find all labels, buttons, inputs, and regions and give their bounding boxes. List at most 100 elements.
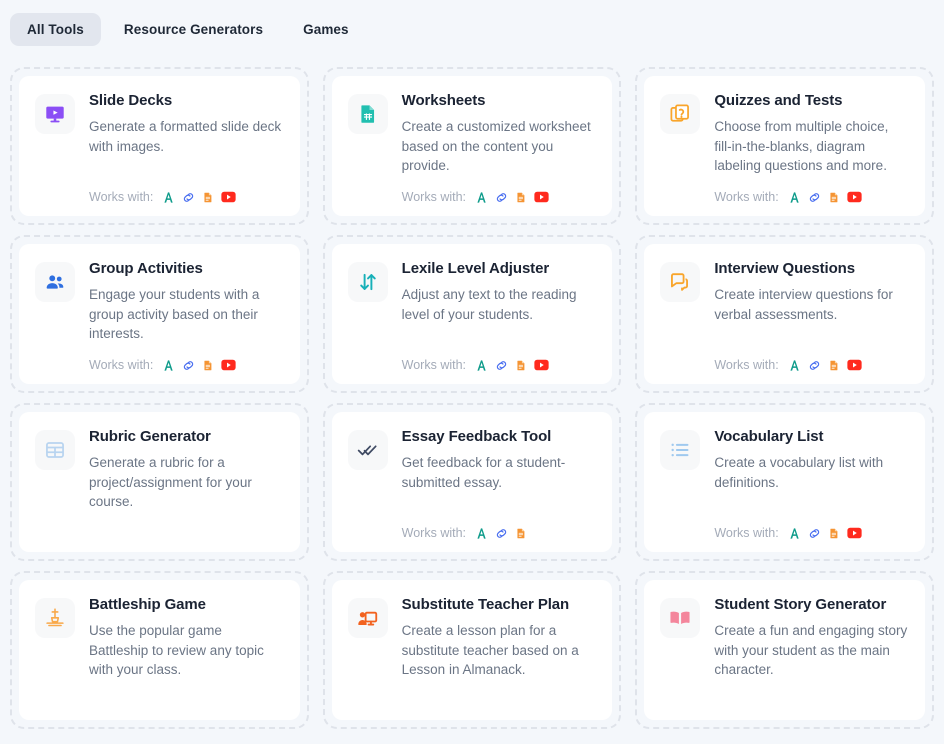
people-group-icon xyxy=(35,262,75,302)
slide-deck-icon xyxy=(35,94,75,134)
tool-title: Battleship Game xyxy=(89,596,206,613)
tab-all-tools[interactable]: All Tools xyxy=(10,12,101,46)
tool-card-body: Battleship Game Use the popular game Batt… xyxy=(89,596,284,708)
tool-description: Engage your students with a group activi… xyxy=(89,287,260,342)
tool-card-slot: Group Activities Engage your students wit… xyxy=(10,235,309,393)
tool-card[interactable]: Rubric Generator Generate a rubric for a … xyxy=(19,412,300,552)
works-with-row: Works with: xyxy=(89,350,284,372)
tool-card-body: Rubric Generator Generate a rubric for a … xyxy=(89,428,284,540)
works-with-label: Works with: xyxy=(89,190,154,204)
tool-card-slot: Rubric Generator Generate a rubric for a … xyxy=(10,403,309,561)
works-with-label: Works with: xyxy=(714,526,779,540)
link-icon xyxy=(808,527,821,540)
works-with-row: Works with: xyxy=(402,182,597,204)
tool-card-slot: Slide Decks Generate a formatted slide de… xyxy=(10,67,309,225)
tool-card-slot: Essay Feedback Tool Get feedback for a st… xyxy=(322,403,622,561)
document-icon xyxy=(515,359,527,372)
chat-bubbles-icon xyxy=(660,262,701,302)
tool-card-slot: Quizzes and Tests Choose from multiple ch… xyxy=(635,67,934,225)
teacher-board-icon xyxy=(347,598,388,638)
tool-card[interactable]: Lexile Level Adjuster Adjust any text to … xyxy=(331,244,613,384)
works-with-row: Works with: xyxy=(402,350,597,372)
tool-card-body: Worksheets Create a customized worksheet … xyxy=(402,92,597,204)
works-with-label: Works with: xyxy=(714,358,779,372)
tool-description: Generate a rubric for a project/assignme… xyxy=(89,455,252,510)
youtube-icon xyxy=(534,359,549,371)
works-with-label: Works with: xyxy=(401,526,467,540)
tool-title: Rubric Generator xyxy=(89,428,211,445)
tools-grid: Slide Decks Generate a formatted slide de… xyxy=(0,58,944,729)
bullet-list-icon xyxy=(660,430,701,470)
document-icon xyxy=(202,191,214,204)
works-with-row: Works with: xyxy=(402,518,597,540)
works-with-row: Works with: xyxy=(714,518,909,540)
tool-card[interactable]: Interview Questions Create interview ques… xyxy=(644,244,925,384)
worksheet-document-icon xyxy=(347,94,388,134)
up-down-arrows-icon xyxy=(347,262,388,302)
tool-card[interactable]: Slide Decks Generate a formatted slide de… xyxy=(19,76,300,216)
tool-card-slot: Student Story Generator Create a fun and … xyxy=(635,571,934,729)
tool-title: Slide Decks xyxy=(89,92,173,109)
tool-card[interactable]: Student Story Generator Create a fun and … xyxy=(644,580,925,720)
tool-card[interactable]: Substitute Teacher Plan Create a lesson p… xyxy=(331,580,613,720)
youtube-icon xyxy=(221,359,236,371)
youtube-icon xyxy=(847,359,862,371)
tool-description: Use the popular game Battleship to revie… xyxy=(89,623,264,678)
tool-card-body: Interview Questions Create interview ques… xyxy=(714,260,909,372)
tool-card-slot: Battleship Game Use the popular game Batt… xyxy=(10,571,309,729)
tool-card-body: Quizzes and Tests Choose from multiple ch… xyxy=(714,92,909,204)
tool-description: Choose from multiple choice, fill-in-the… xyxy=(714,119,889,174)
works-with-label: Works with: xyxy=(401,190,467,204)
tool-title: Group Activities xyxy=(89,260,203,277)
document-icon xyxy=(828,527,840,540)
youtube-icon xyxy=(534,191,549,203)
text-format-a-icon xyxy=(788,359,801,372)
link-icon xyxy=(495,359,508,372)
link-icon xyxy=(182,191,195,204)
tool-title: Lexile Level Adjuster xyxy=(401,260,550,277)
youtube-icon xyxy=(847,527,862,539)
quiz-cards-icon xyxy=(660,94,701,134)
tool-card-slot: Worksheets Create a customized worksheet … xyxy=(322,67,622,225)
tool-title: Quizzes and Tests xyxy=(714,92,843,109)
text-format-a-icon xyxy=(162,191,175,204)
tool-card-slot: Vocabulary List Create a vocabulary list … xyxy=(635,403,934,561)
tool-card[interactable]: Essay Feedback Tool Get feedback for a st… xyxy=(331,412,613,552)
text-format-a-icon xyxy=(162,359,175,372)
document-icon xyxy=(515,527,527,540)
tab-resource-generators[interactable]: Resource Generators xyxy=(107,13,280,46)
tool-title: Essay Feedback Tool xyxy=(401,428,552,445)
tool-card-body: Group Activities Engage your students wit… xyxy=(89,260,284,372)
tool-description: Adjust any text to the reading level of … xyxy=(401,287,577,322)
youtube-icon xyxy=(221,191,236,203)
tool-description: Create a customized worksheet based on t… xyxy=(401,119,591,174)
link-icon xyxy=(808,359,821,372)
works-with-label: Works with: xyxy=(714,190,779,204)
tool-card[interactable]: Quizzes and Tests Choose from multiple ch… xyxy=(644,76,925,216)
tool-card[interactable]: Battleship Game Use the popular game Batt… xyxy=(19,580,300,720)
tool-card-slot: Interview Questions Create interview ques… xyxy=(635,235,934,393)
text-format-a-icon xyxy=(788,191,801,204)
tab-games[interactable]: Games xyxy=(286,13,366,46)
youtube-icon xyxy=(847,191,862,203)
text-format-a-icon xyxy=(475,191,488,204)
works-with-label: Works with: xyxy=(401,358,467,372)
table-grid-icon xyxy=(35,430,75,470)
tool-title: Student Story Generator xyxy=(714,596,887,613)
link-icon xyxy=(495,527,508,540)
tool-description: Create a lesson plan for a substitute te… xyxy=(401,623,579,678)
tool-card[interactable]: Worksheets Create a customized worksheet … xyxy=(331,76,613,216)
tool-card[interactable]: Vocabulary List Create a vocabulary list … xyxy=(644,412,925,552)
tool-description: Generate a formatted slide deck with ima… xyxy=(89,119,282,154)
tool-title: Worksheets xyxy=(401,92,486,109)
document-icon xyxy=(828,359,840,372)
document-icon xyxy=(202,359,214,372)
tool-description: Get feedback for a student-submitted ess… xyxy=(401,455,566,490)
tool-title: Interview Questions xyxy=(714,260,855,277)
tool-card[interactable]: Group Activities Engage your students wit… xyxy=(19,244,300,384)
document-icon xyxy=(515,191,527,204)
tool-card-body: Student Story Generator Create a fun and … xyxy=(714,596,909,708)
sailboat-icon xyxy=(35,598,75,638)
tool-card-body: Essay Feedback Tool Get feedback for a st… xyxy=(402,428,597,540)
works-with-row: Works with: xyxy=(89,182,284,204)
